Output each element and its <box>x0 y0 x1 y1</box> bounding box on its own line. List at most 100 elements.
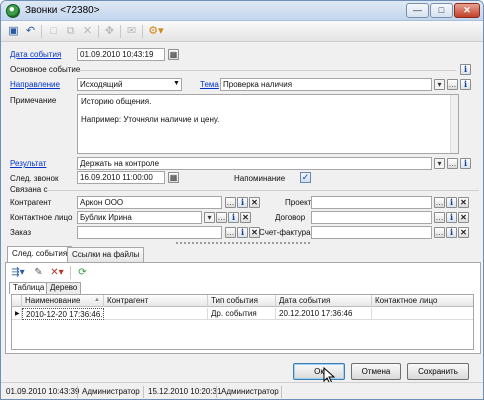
delete-icon[interactable]: ✕ <box>80 24 95 39</box>
table-cell[interactable]: Др. события <box>208 308 276 320</box>
contract-clear-icon[interactable]: ✕ <box>458 212 469 223</box>
note-textarea[interactable]: Историю общения. Например: Уточняли нали… <box>77 94 459 154</box>
column-header[interactable]: Тип события <box>208 295 276 307</box>
table-cell[interactable] <box>104 308 208 320</box>
toolbar-separator <box>70 266 71 279</box>
topic-input[interactable]: Проверка наличия <box>220 78 432 91</box>
copy-icon[interactable]: ⧉ <box>63 24 78 39</box>
next-call-label: След. звонок <box>10 174 59 183</box>
mail-icon[interactable]: ✉ <box>124 24 139 39</box>
column-header[interactable]: Дата события <box>276 295 372 307</box>
note-line: Историю общения. <box>81 97 152 106</box>
contact-select-button[interactable]: … <box>216 212 227 223</box>
invoice-select-button[interactable]: … <box>434 227 445 238</box>
result-dropdown-icon[interactable]: ▾ <box>434 158 445 169</box>
save-button[interactable]: Сохранить <box>407 363 469 380</box>
move-icon[interactable]: ✥ <box>102 24 117 39</box>
invoice-clear-icon[interactable]: ✕ <box>458 227 469 238</box>
add-event-icon[interactable]: ⇶▾ <box>9 265 27 280</box>
main-event-info-icon[interactable]: i <box>460 64 471 75</box>
tab-strip: След. события Ссылки на файлы <box>5 246 481 262</box>
counterparty-select-button[interactable]: … <box>225 197 236 208</box>
next-call-input[interactable]: 16.09.2010 11:00:00 <box>77 171 165 184</box>
title-bar[interactable]: Звонки <72380> — □ ✕ <box>1 1 483 21</box>
modified-at: 15.12.2010 10:20:31 <box>148 387 222 396</box>
contact-dropdown-icon[interactable]: ▾ <box>204 212 215 223</box>
actions-icon[interactable]: ⚙▾ <box>146 24 166 39</box>
contact-clear-icon[interactable]: ✕ <box>240 212 251 223</box>
topic-dropdown-icon[interactable]: ▾ <box>434 79 445 90</box>
undo-icon[interactable]: ↶ <box>23 24 38 39</box>
project-clear-icon[interactable]: ✕ <box>458 197 469 208</box>
ok-button[interactable]: Ок <box>293 363 345 380</box>
invoice-info-icon[interactable]: i <box>446 227 457 238</box>
invoice-input[interactable] <box>311 226 432 239</box>
contact-info-icon[interactable]: i <box>228 212 239 223</box>
status-divider <box>216 386 217 398</box>
contact-input[interactable]: Бублик Ирина <box>77 211 202 224</box>
save-icon[interactable]: ▣ <box>6 24 21 39</box>
project-label: Проект <box>285 198 312 207</box>
calendar-icon[interactable]: ▦ <box>168 172 179 183</box>
close-button[interactable]: ✕ <box>454 3 480 18</box>
refresh-icon[interactable]: ⟳ <box>75 265 90 280</box>
subtab-table[interactable]: Таблица <box>9 282 49 294</box>
counterparty-input[interactable]: Аркон ООО <box>77 196 222 209</box>
chevron-down-icon[interactable]: ▼ <box>173 80 180 87</box>
maximize-button[interactable]: □ <box>430 3 453 18</box>
column-header[interactable]: Контрагент <box>104 295 208 307</box>
contract-label: Договор <box>275 213 306 222</box>
minimize-button[interactable]: — <box>406 3 429 18</box>
order-select-button[interactable]: … <box>225 227 236 238</box>
table-row[interactable]: ▶ 2010-12-20 17:36:46.000 Др. события 20… <box>12 308 473 320</box>
project-info-icon[interactable]: i <box>446 197 457 208</box>
invoice-label: Счет-фактура <box>259 228 311 237</box>
sort-asc-icon: ▲ <box>94 297 100 303</box>
event-date-input[interactable]: 01.09.2010 10:43:19 <box>77 48 165 61</box>
new-icon[interactable]: □ <box>46 24 61 39</box>
project-select-button[interactable]: … <box>434 197 445 208</box>
reminder-label: Напоминание <box>234 174 286 183</box>
result-label[interactable]: Результат <box>10 159 46 168</box>
splitter-handle[interactable] <box>176 242 310 244</box>
counterparty-clear-icon[interactable]: ✕ <box>249 197 260 208</box>
main-event-label: Основное событие <box>10 65 81 74</box>
table-cell[interactable]: 20.12.2010 17:36:46 <box>276 308 372 320</box>
toolbar-separator <box>142 25 143 38</box>
result-input[interactable]: Держать на контроле <box>77 157 432 170</box>
topic-label[interactable]: Тема <box>200 80 219 89</box>
table-cell[interactable]: 2010-12-20 17:36:46.000 <box>22 308 104 320</box>
contract-select-button[interactable]: … <box>434 212 445 223</box>
created-at: 01.09.2010 10:43:39 <box>6 387 80 396</box>
edit-event-icon[interactable]: ✎ <box>31 265 46 280</box>
tab-next-events[interactable]: След. события <box>7 246 73 262</box>
reminder-checkbox[interactable]: ✓ <box>300 172 311 183</box>
direction-label[interactable]: Направление <box>10 80 60 89</box>
order-info-icon[interactable]: i <box>237 227 248 238</box>
order-input[interactable] <box>77 226 222 239</box>
topic-info-icon[interactable]: i <box>460 79 471 90</box>
delete-event-icon[interactable]: ✕▾ <box>48 265 66 280</box>
result-select-button[interactable]: … <box>447 158 458 169</box>
result-info-icon[interactable]: i <box>460 158 471 169</box>
order-label: Заказ <box>10 228 31 237</box>
cancel-button[interactable]: Отмена <box>351 363 401 380</box>
column-header[interactable]: Контактное лицо <box>372 295 473 307</box>
project-input[interactable] <box>311 196 432 209</box>
topic-select-button[interactable]: … <box>447 79 458 90</box>
contract-input[interactable] <box>311 211 432 224</box>
calendar-icon[interactable]: ▦ <box>168 49 179 60</box>
table-cell[interactable] <box>372 308 473 320</box>
contract-info-icon[interactable]: i <box>446 212 457 223</box>
event-date-label[interactable]: Дата события <box>10 50 61 59</box>
tab-file-links[interactable]: Ссылки на файлы <box>67 247 145 262</box>
toolbar-separator <box>120 25 121 38</box>
note-scrollbar[interactable] <box>450 95 458 153</box>
direction-select[interactable]: Исходящий <box>77 78 182 91</box>
counterparty-info-icon[interactable]: i <box>237 197 248 208</box>
subtab-tree[interactable]: Дерево <box>46 282 82 294</box>
column-header[interactable]: Наименование <box>22 295 104 307</box>
contact-label: Контактное лицо <box>10 213 73 222</box>
grid-header: Наименование ▲ Контрагент Тип события Да… <box>12 295 473 307</box>
toolbar-separator <box>41 25 42 38</box>
